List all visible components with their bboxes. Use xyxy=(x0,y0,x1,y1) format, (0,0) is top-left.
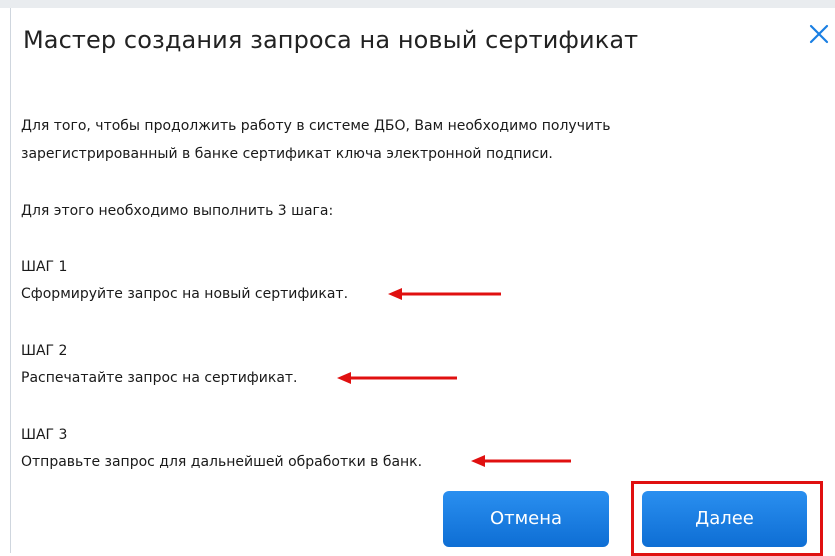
step-1-text: Сформируйте запрос на новый сертификат. xyxy=(21,286,349,302)
intro-line-1: Для того, чтобы продолжить работу в сист… xyxy=(21,118,611,134)
cancel-button[interactable]: Отмена xyxy=(443,491,609,547)
step-3-text: Отправьте запрос для дальнейшей обработк… xyxy=(21,454,423,470)
step-1-label: ШАГ 1 xyxy=(21,259,68,275)
window-top-strip xyxy=(0,0,835,8)
step-3-label: ШАГ 3 xyxy=(21,427,68,443)
annotation-arrow-step-1 xyxy=(388,288,501,300)
annotation-arrow-step-3 xyxy=(471,455,571,467)
dialog-title: Мастер создания запроса на новый сертифи… xyxy=(23,26,639,54)
next-button[interactable]: Далее xyxy=(642,491,807,547)
steps-intro: Для этого необходимо выполнить 3 шага: xyxy=(21,203,334,219)
step-2-label: ШАГ 2 xyxy=(21,343,68,359)
close-icon[interactable] xyxy=(807,22,831,46)
certificate-request-wizard-dialog: Мастер создания запроса на новый сертифи… xyxy=(10,8,835,556)
step-2-text: Распечатайте запрос на сертификат. xyxy=(21,370,298,386)
annotation-arrow-step-2 xyxy=(337,372,457,384)
intro-line-2: зарегистрированный в банке сертификат кл… xyxy=(21,146,553,162)
